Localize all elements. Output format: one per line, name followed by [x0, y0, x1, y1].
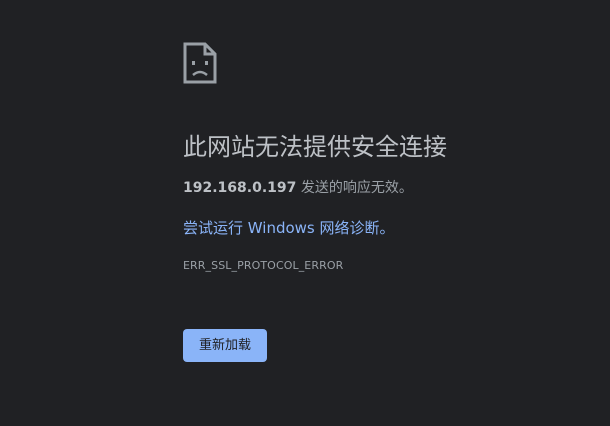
sad-page-icon	[183, 42, 217, 84]
error-message: 发送的响应无效。	[296, 180, 413, 196]
host-address: 192.168.0.197	[183, 180, 297, 196]
page-title: 此网站无法提供安全连接	[183, 133, 447, 161]
error-content: 此网站无法提供安全连接 192.168.0.197 发送的响应无效。 尝试运行 …	[183, 42, 583, 362]
error-detail: 192.168.0.197 发送的响应无效。	[183, 178, 413, 198]
network-diagnostics-link[interactable]: 尝试运行 Windows 网络诊断。	[183, 217, 395, 239]
reload-button[interactable]: 重新加载	[183, 329, 268, 362]
error-code: ERR_SSL_PROTOCOL_ERROR	[183, 259, 344, 272]
